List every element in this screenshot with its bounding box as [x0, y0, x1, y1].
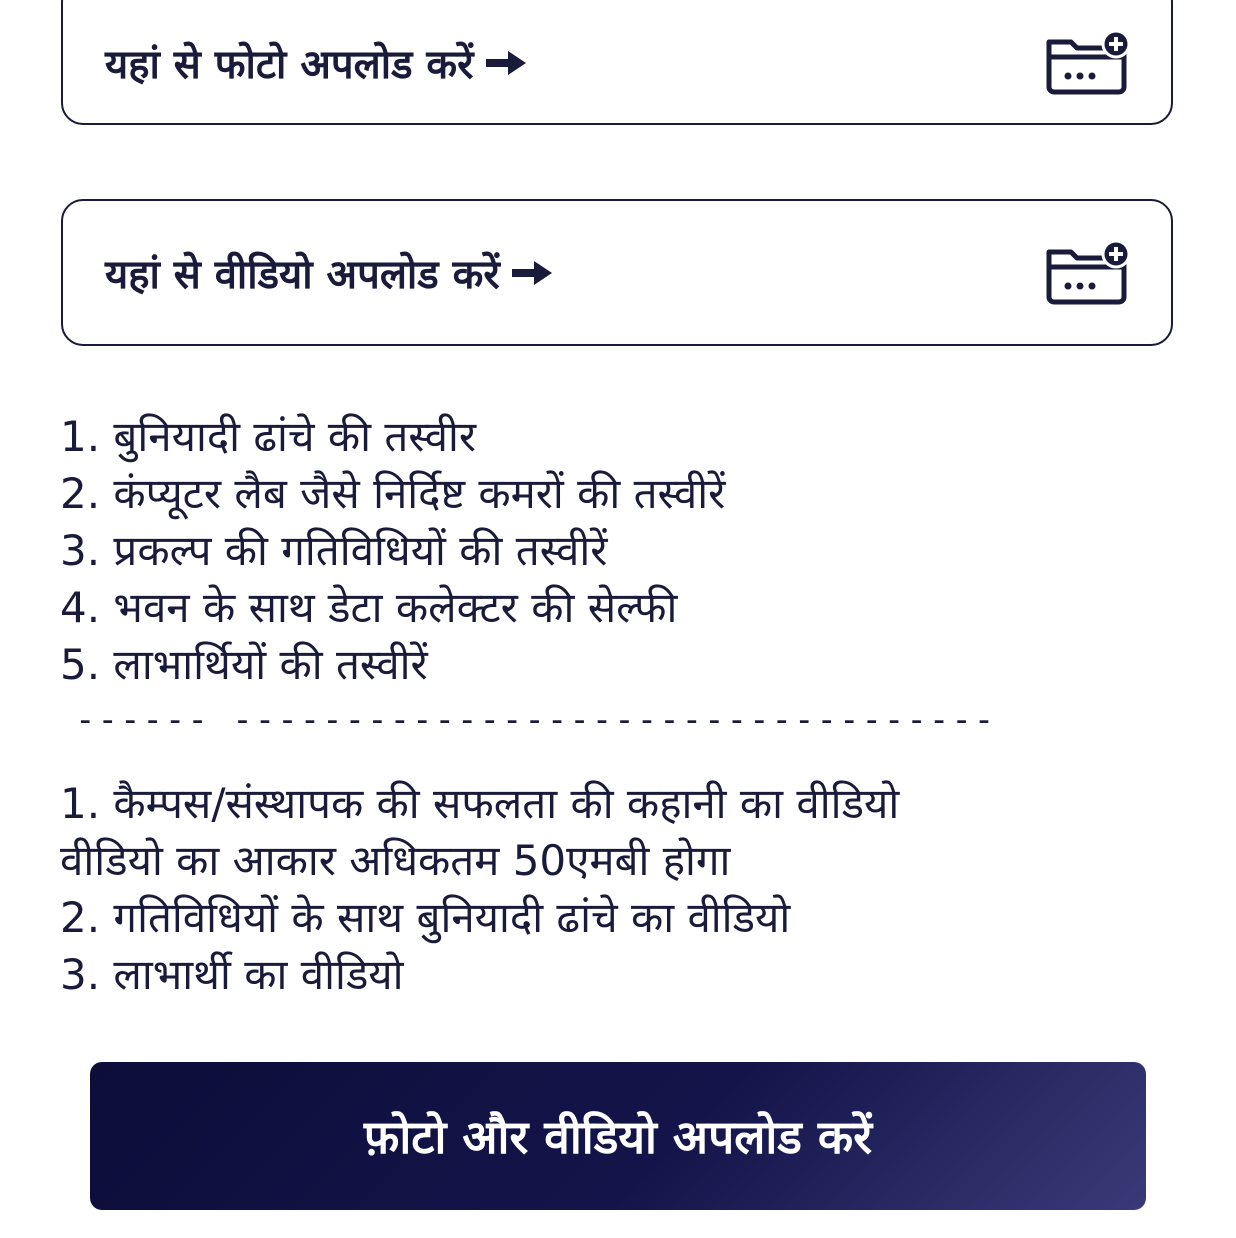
photo-upload-box[interactable]: यहां से फोटो अपलोड करें — [61, 0, 1173, 125]
upload-page: यहां से फोटो अपलोड करें यहां से वीडियो अ… — [0, 0, 1236, 1238]
folder-add-icon[interactable] — [1043, 29, 1133, 96]
list-item: 3. प्रकल्प की गतिविधियों की तस्वीरें — [60, 526, 608, 575]
list-item: 4. भवन के साथ डेटा कलेक्टर की सेल्फी — [60, 583, 678, 632]
folder-add-icon[interactable] — [1043, 239, 1133, 306]
list-item: वीडियो का आकार अधिकतम 50एमबी होगा — [60, 836, 731, 885]
arrow-right-icon — [485, 50, 526, 75]
list-item: 1. बुनियादी ढांचे की तस्वीर — [60, 412, 477, 461]
list-item: 3. लाभार्थी का वीडियो — [60, 950, 404, 999]
arrow-right-icon — [511, 260, 552, 285]
list-item: 2. गतिविधियों के साथ बुनियादी ढांचे का व… — [60, 893, 791, 942]
photo-upload-label-group: यहां से फोटो अपलोड करें — [105, 35, 528, 90]
photo-requirements-list: 1. बुनियादी ढांचे की तस्वीर 2. कंप्यूटर … — [60, 408, 725, 693]
list-item: 2. कंप्यूटर लैब जैसे निर्दिष्ट कमरों की … — [60, 469, 726, 518]
section-divider: ------ ---------------------------------… — [75, 700, 997, 740]
video-requirements-list: 1. कैम्पस/संस्थापक की सफलता की कहानी का … — [60, 775, 899, 1003]
upload-photos-videos-button[interactable]: फ़ोटो और वीडियो अपलोड करें — [90, 1062, 1146, 1210]
photo-upload-label: यहां से फोटो अपलोड करें — [105, 42, 474, 88]
video-upload-label-group: यहां से वीडियो अपलोड करें — [105, 245, 554, 300]
list-item: 5. लाभार्थियों की तस्वीरें — [60, 640, 428, 689]
video-upload-label: यहां से वीडियो अपलोड करें — [105, 252, 500, 298]
video-upload-box[interactable]: यहां से वीडियो अपलोड करें — [61, 199, 1173, 346]
list-item: 1. कैम्पस/संस्थापक की सफलता की कहानी का … — [60, 779, 900, 828]
